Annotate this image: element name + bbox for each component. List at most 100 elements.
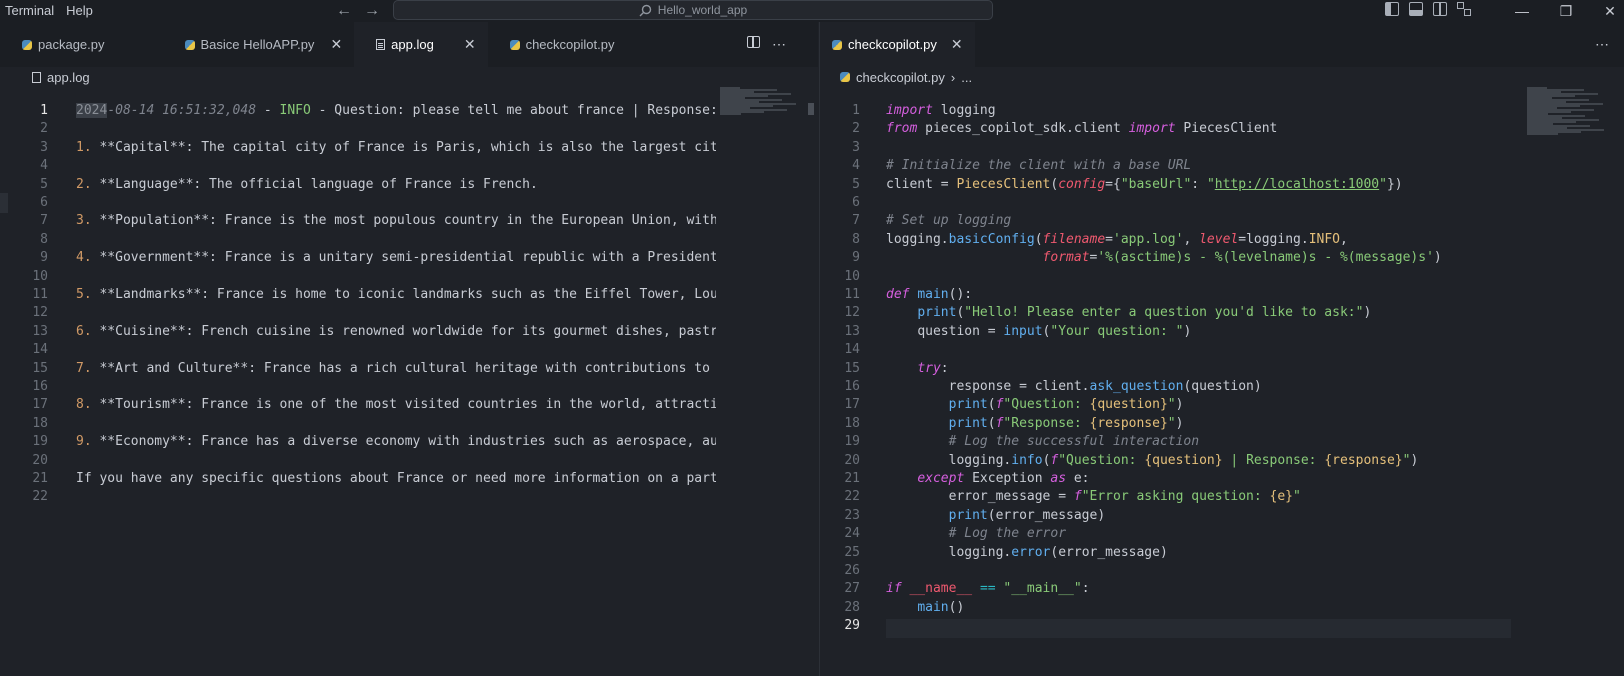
tab-checkcopilot-py[interactable]: checkcopilot.py — [488, 22, 627, 67]
editor-line: 25 logging.error(error_message) — [820, 543, 1520, 562]
breadcrumb-item[interactable]: checkcopilot.py — [856, 70, 945, 85]
code-token: main — [917, 287, 949, 302]
editor-line: 13 6. **Cuisine**: French cuisine is reno… — [0, 322, 720, 341]
more-actions-icon[interactable]: ⋯ — [772, 36, 786, 53]
line-number: 17 — [32, 397, 48, 413]
line-content: response = client.ask_question(question) — [886, 377, 1262, 396]
tab-package-py[interactable]: package.py — [0, 22, 163, 67]
line-content: # Set up logging — [886, 211, 1011, 230]
editor-line: 19 # Log the successful interaction — [820, 432, 1520, 451]
editor-line: 9 4. **Government**: France is a unitary … — [0, 248, 720, 267]
back-arrow-icon[interactable]: ← — [336, 2, 352, 20]
code-token: ) — [1183, 323, 1192, 339]
code-editor-app-log[interactable]: 1 2024-08-14 16:51:32,048 - INFO - Questi… — [0, 87, 818, 676]
line-content: question = input("Your question: ") — [886, 322, 1191, 341]
line-number: 5 — [852, 176, 860, 192]
line-number: 20 — [844, 452, 860, 468]
tab-checkcopilot-py-right[interactable]: checkcopilot.py ✕ — [820, 22, 975, 67]
command-center-search[interactable]: Hello_world_app — [393, 0, 993, 20]
tab-label: package.py — [38, 37, 105, 52]
code-token: : — [1081, 581, 1090, 597]
code-token: pieces_copilot_sdk.client — [917, 121, 1129, 137]
tab-app-log[interactable]: app.log ✕ — [354, 22, 488, 67]
line-number: 26 — [844, 563, 860, 578]
code-token: " — [1293, 489, 1301, 505]
toggle-panel-icon[interactable] — [1409, 2, 1423, 16]
breadcrumb-more[interactable]: ... — [961, 70, 972, 85]
editor-line: 13 question = input("Your question: ") — [820, 322, 1520, 341]
code-token: =logging. — [1238, 231, 1309, 247]
tab-label: checkcopilot.py — [525, 37, 615, 52]
chevron-right-icon: › — [950, 69, 956, 85]
code-editor-checkcopilot[interactable]: 1 import logging 2 from pieces_copilot_sdk.… — [820, 87, 1624, 676]
line-content: import logging — [886, 101, 996, 120]
restore-icon[interactable]: ❐ — [1544, 3, 1588, 20]
editor-line: 24 # Log the error — [820, 524, 1520, 543]
line-number: 18 — [32, 415, 48, 431]
breadcrumb-item[interactable]: app.log — [47, 70, 90, 85]
line-content: # Initialize the client with a base URL — [886, 156, 1191, 175]
close-icon[interactable]: ✕ — [464, 36, 476, 53]
log-token: -08-14 16:51:32,048 — [107, 103, 257, 118]
line-number: 23 — [844, 507, 860, 523]
editor-line: 20 logging.info(f"Question: {question} |… — [820, 451, 1520, 470]
editor-line: 4 — [0, 156, 720, 175]
line-number: 3 — [40, 139, 48, 155]
customize-layout-icon[interactable] — [1457, 2, 1471, 16]
python-icon — [832, 39, 842, 50]
forward-arrow-icon[interactable]: → — [364, 2, 380, 20]
log-token: 6. — [76, 323, 92, 339]
code-token: print — [948, 397, 988, 413]
toggle-secondary-sidebar-icon[interactable] — [1433, 2, 1447, 16]
editor-line: 29 — [820, 616, 1520, 635]
python-icon — [840, 72, 850, 82]
code-token: 'app.log' — [1113, 231, 1184, 247]
log-token: 4. — [76, 250, 92, 266]
close-icon[interactable]: ✕ — [330, 36, 342, 53]
split-editor-icon[interactable] — [747, 36, 760, 48]
line-content: 6. **Cuisine**: French cuisine is renown… — [76, 322, 716, 341]
search-text: Hello_world_app — [657, 3, 748, 17]
search-icon — [639, 4, 651, 16]
tab-basice-helloapp-py[interactable]: Basice HelloAPP.py ✕ — [163, 22, 355, 67]
line-number: 12 — [32, 305, 48, 321]
line-content: print("Hello! Please enter a question yo… — [886, 303, 1371, 322]
menu-terminal[interactable]: Terminal — [0, 0, 60, 22]
line-number: 17 — [844, 397, 860, 413]
python-icon — [22, 39, 32, 50]
close-icon[interactable]: ✕ — [951, 36, 963, 53]
code-token: import — [1128, 121, 1176, 137]
minimize-icon[interactable]: — — [1500, 3, 1544, 19]
code-token: ) — [1175, 415, 1184, 431]
window-controls: — ❐ ✕ — [1500, 0, 1624, 22]
code-token: ={ — [1105, 176, 1121, 192]
line-content: from pieces_copilot_sdk.client import Pi… — [886, 119, 1277, 138]
line-content: logging.error(error_message) — [886, 543, 1168, 562]
menu-help[interactable]: Help — [60, 0, 99, 22]
python-icon — [509, 39, 520, 50]
line-number: 3 — [852, 139, 860, 155]
line-number: 2 — [40, 121, 48, 137]
code-token: : — [940, 360, 949, 376]
minimap[interactable] — [720, 87, 804, 137]
line-number: 16 — [32, 379, 48, 394]
code-token: ) — [1363, 305, 1372, 321]
vertical-scrollbar[interactable] — [804, 87, 818, 676]
code-token: f — [1073, 489, 1082, 505]
code-token: "baseUrl" — [1120, 176, 1192, 192]
layout-controls — [1385, 2, 1471, 16]
code-token: ( — [1034, 231, 1043, 247]
editor-line: 1 2024-08-14 16:51:32,048 - INFO - Questi… — [0, 101, 720, 120]
line-number: 12 — [844, 305, 860, 321]
line-number: 10 — [844, 268, 860, 284]
minimap[interactable] — [1527, 87, 1611, 137]
line-content: print(f"Response: {response}") — [886, 414, 1184, 433]
toggle-primary-sidebar-icon[interactable] — [1385, 2, 1399, 16]
code-token: as — [1050, 471, 1067, 486]
code-token: format — [1042, 250, 1090, 266]
scroll-thumb[interactable] — [808, 103, 814, 115]
log-token: 1. — [76, 139, 92, 155]
more-actions-icon[interactable]: ⋯ — [1595, 36, 1609, 53]
close-window-icon[interactable]: ✕ — [1588, 3, 1624, 20]
code-token: Exception — [964, 471, 1051, 486]
